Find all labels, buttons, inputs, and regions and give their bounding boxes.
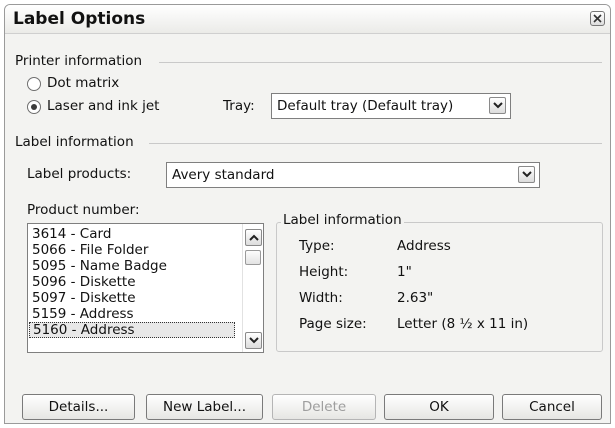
ok-button[interactable]: OK bbox=[384, 394, 494, 420]
title-bar[interactable]: Label Options bbox=[5, 5, 610, 34]
new-label-button[interactable]: New Label... bbox=[146, 394, 263, 420]
height-label: Height: bbox=[299, 264, 349, 280]
tray-label: Tray: bbox=[223, 98, 255, 114]
type-value: Address bbox=[397, 238, 451, 254]
chevron-down-icon bbox=[522, 171, 532, 178]
dot-matrix-label: Dot matrix bbox=[47, 75, 120, 91]
list-item[interactable]: 5096 - Diskette bbox=[32, 274, 136, 290]
list-item[interactable]: 3614 - Card bbox=[32, 226, 111, 242]
laser-radio[interactable] bbox=[27, 100, 41, 114]
printer-info-divider bbox=[159, 62, 602, 63]
label-options-dialog: Label Options Printer information Dot ma… bbox=[4, 4, 611, 424]
chevron-up-icon bbox=[249, 234, 259, 241]
list-scrollbar[interactable] bbox=[242, 224, 263, 352]
list-item[interactable]: 5095 - Name Badge bbox=[32, 258, 167, 274]
label-products-dropdown[interactable]: Avery standard bbox=[166, 162, 540, 188]
width-value: 2.63" bbox=[397, 290, 434, 306]
tray-value: Default tray (Default tray) bbox=[277, 98, 454, 114]
list-item[interactable]: 5159 - Address bbox=[32, 306, 134, 322]
height-value: 1" bbox=[397, 264, 412, 280]
laser-label: Laser and ink jet bbox=[47, 98, 160, 114]
details-button[interactable]: Details... bbox=[22, 394, 135, 420]
product-number-list[interactable]: 3614 - Card 5066 - File Folder 5095 - Na… bbox=[27, 223, 264, 353]
label-info-label: Label information bbox=[15, 134, 134, 150]
label-products-label: Label products: bbox=[27, 166, 132, 182]
scroll-thumb[interactable] bbox=[245, 250, 261, 265]
delete-button[interactable]: Delete bbox=[272, 394, 376, 420]
type-label: Type: bbox=[299, 238, 335, 254]
list-item[interactable]: 5097 - Diskette bbox=[32, 290, 136, 306]
label-products-dropdown-button[interactable] bbox=[518, 166, 535, 183]
width-label: Width: bbox=[299, 290, 343, 306]
close-button[interactable] bbox=[590, 11, 605, 26]
label-details-title: Label information bbox=[281, 212, 404, 228]
product-number-label: Product number: bbox=[27, 202, 140, 218]
list-item-selected[interactable]: 5160 - Address bbox=[29, 322, 235, 338]
chevron-down-icon bbox=[249, 337, 259, 344]
close-icon bbox=[593, 14, 602, 23]
cancel-button[interactable]: Cancel bbox=[502, 394, 602, 420]
dialog-title: Label Options bbox=[13, 9, 146, 29]
pagesize-value: Letter (8 ½ x 11 in) bbox=[397, 316, 529, 332]
tray-dropdown-button[interactable] bbox=[489, 97, 506, 114]
list-item[interactable]: 5066 - File Folder bbox=[32, 242, 148, 258]
tray-dropdown[interactable]: Default tray (Default tray) bbox=[271, 93, 511, 119]
printer-info-label: Printer information bbox=[15, 53, 143, 69]
scroll-up-button[interactable] bbox=[245, 229, 262, 246]
chevron-down-icon bbox=[493, 102, 503, 109]
pagesize-label: Page size: bbox=[299, 316, 367, 332]
dot-matrix-radio[interactable] bbox=[27, 77, 41, 91]
scroll-down-button[interactable] bbox=[245, 332, 262, 349]
label-info-divider bbox=[149, 143, 602, 144]
label-products-value: Avery standard bbox=[172, 167, 275, 183]
